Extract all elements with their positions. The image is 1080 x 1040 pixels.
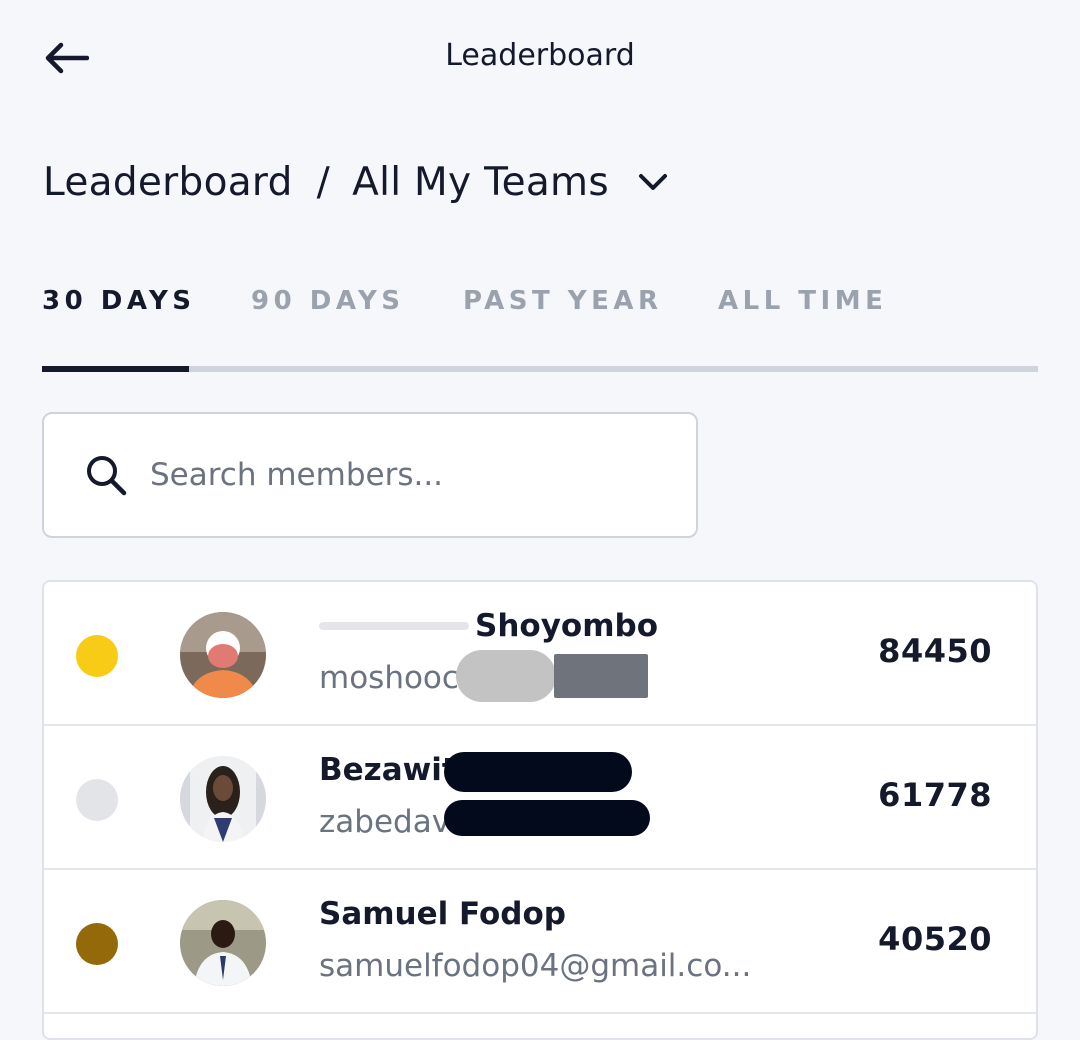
tab-30-days[interactable]: 30 DAYS — [42, 286, 196, 326]
tabs-divider — [42, 366, 1038, 372]
search-icon — [87, 456, 127, 496]
leaderboard-row[interactable]: Bezawit zabedav 61778 — [44, 726, 1036, 870]
redaction-mark — [456, 650, 556, 702]
bronze-rank-badge — [76, 923, 118, 965]
member-name: Samuel Fodop — [319, 896, 566, 932]
tab-all-time[interactable]: ALL TIME — [718, 286, 887, 326]
member-score: 84450 — [878, 632, 992, 670]
member-score: 61778 — [878, 776, 992, 814]
leaderboard-row[interactable]: Samuel Fodop samuelfodop04@gmail.co... 4… — [44, 870, 1036, 1014]
tab-90-days[interactable]: 90 DAYS — [251, 286, 405, 326]
breadcrumb-root[interactable]: Leaderboard — [43, 160, 293, 205]
leaderboard-row[interactable]: Shoyombo moshooc 84450 — [44, 582, 1036, 726]
redaction-mark — [444, 752, 632, 792]
breadcrumb-separator: / — [316, 159, 331, 205]
active-tab-indicator — [42, 366, 189, 372]
tab-past-year[interactable]: PAST YEAR — [463, 286, 663, 326]
avatar — [180, 612, 266, 698]
team-selector[interactable]: All My Teams — [352, 160, 669, 205]
silver-rank-badge — [76, 779, 118, 821]
member-score: 40520 — [878, 920, 992, 958]
redaction-mark — [444, 800, 650, 836]
leaderboard-list: Shoyombo moshooc 84450 Bezawit zabedav 6… — [42, 580, 1038, 1040]
team-selector-label: All My Teams — [352, 159, 609, 205]
page-title: Leaderboard — [445, 38, 635, 73]
redaction-mark — [554, 654, 648, 698]
avatar — [180, 900, 266, 986]
member-email: samuelfodop04@gmail.co... — [319, 948, 752, 984]
breadcrumb: Leaderboard / All My Teams — [43, 154, 669, 210]
search-box — [42, 412, 698, 538]
search-input[interactable] — [150, 457, 630, 493]
redaction-mark — [319, 622, 469, 630]
avatar — [180, 756, 266, 842]
member-name: Shoyombo — [319, 608, 658, 644]
gold-rank-badge — [76, 635, 118, 677]
member-email: moshooc — [319, 660, 459, 696]
time-range-tabs: 30 DAYS 90 DAYS PAST YEAR ALL TIME — [42, 286, 1038, 372]
member-email: zabedav — [319, 804, 451, 840]
member-name: Bezawit — [319, 752, 457, 788]
chevron-down-icon — [637, 166, 669, 198]
top-bar: Leaderboard — [0, 0, 1080, 116]
